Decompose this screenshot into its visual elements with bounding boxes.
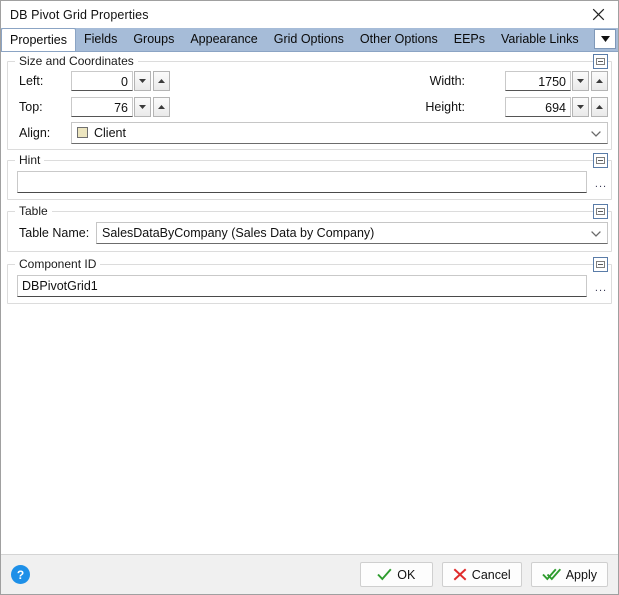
close-icon[interactable] [578,2,618,28]
properties-dialog: DB Pivot Grid Properties Properties Fiel… [0,0,619,595]
collapse-table-icon[interactable] [593,204,608,219]
apply-button-label: Apply [565,567,597,582]
tab-groups[interactable]: Groups [125,28,182,51]
collapse-hint-icon[interactable] [593,153,608,168]
table-name-label: Table Name: [19,226,90,240]
double-check-icon [542,568,561,581]
ok-button[interactable]: OK [359,562,433,587]
table-name-combobox[interactable]: SalesDataByCompany (Sales Data by Compan… [96,222,608,244]
properties-page: Size and Coordinates Left: 0 Top: 76 Wid… [1,52,618,554]
dialog-footer: ? OK Cancel Apply [1,554,618,594]
hint-input[interactable] [17,171,587,193]
table-name-chevron-down-icon [591,223,601,243]
hint-group: Hint ... [7,153,612,200]
top-spinner-up[interactable] [153,97,170,117]
component-id-input[interactable]: DBPivotGrid1 [17,275,587,297]
table-group: Table Table Name: SalesDataByCompany (Sa… [7,204,612,252]
align-value: Client [94,126,126,140]
cancel-button-label: Cancel [471,567,511,582]
align-color-swatch-icon [77,127,88,138]
height-spinner-up[interactable] [591,97,608,117]
collapse-size-and-coordinates-icon[interactable] [593,54,608,69]
window-title: DB Pivot Grid Properties [10,7,149,22]
title-bar: DB Pivot Grid Properties [1,1,618,28]
group-content: Table Name: SalesDataByCompany (Sales Da… [7,211,612,252]
apply-button[interactable]: Apply [530,562,608,587]
top-label: Top: [19,100,43,114]
left-label: Left: [19,74,44,88]
tab-overflow-chevron-down-icon[interactable] [594,29,616,49]
width-input[interactable]: 1750 [505,71,571,91]
width-spinner-up[interactable] [591,71,608,91]
tab-list: Properties Fields Groups Appearance Grid… [1,27,594,51]
table-name-value: SalesDataByCompany (Sales Data by Compan… [102,226,375,240]
size-and-coordinates-group: Size and Coordinates Left: 0 Top: 76 Wid… [7,54,612,150]
left-spinner-up[interactable] [153,71,170,91]
tab-grid-options[interactable]: Grid Options [266,28,352,51]
check-icon [377,568,392,581]
ok-button-label: OK [397,567,416,582]
group-content: Left: 0 Top: 76 Width: 1750 Height: 694 … [7,61,612,150]
top-spinner-down[interactable] [134,97,151,117]
tab-appearance[interactable]: Appearance [182,28,265,51]
hint-browse-button[interactable]: ... [593,174,609,192]
height-spinner-down[interactable] [572,97,589,117]
size-and-coordinates-title: Size and Coordinates [15,54,138,68]
width-spinner-down[interactable] [572,71,589,91]
tab-fields[interactable]: Fields [76,28,125,51]
hint-title: Hint [15,153,45,167]
component-id-group: Component ID DBPivotGrid1 ... [7,257,612,304]
group-content: ... [7,160,612,200]
cancel-button[interactable]: Cancel [441,562,522,587]
height-label: Height: [425,100,465,114]
help-icon[interactable]: ? [11,565,30,584]
align-chevron-down-icon [591,123,601,143]
tab-variable-links[interactable]: Variable Links [493,28,587,51]
component-id-title: Component ID [15,257,101,271]
tab-strip: Properties Fields Groups Appearance Grid… [1,28,618,52]
left-input[interactable]: 0 [71,71,133,91]
x-icon [453,568,467,581]
collapse-component-id-icon[interactable] [593,257,608,272]
align-label: Align: [19,126,51,140]
height-input[interactable]: 694 [505,97,571,117]
tab-eeps[interactable]: EEPs [446,28,493,51]
top-input[interactable]: 76 [71,97,133,117]
width-label: Width: [429,74,465,88]
component-id-browse-button[interactable]: ... [593,278,609,296]
align-combobox[interactable]: Client [71,122,608,144]
tab-properties[interactable]: Properties [1,28,76,51]
left-spinner-down[interactable] [134,71,151,91]
tab-other-options[interactable]: Other Options [352,28,446,51]
table-title: Table [15,204,52,218]
